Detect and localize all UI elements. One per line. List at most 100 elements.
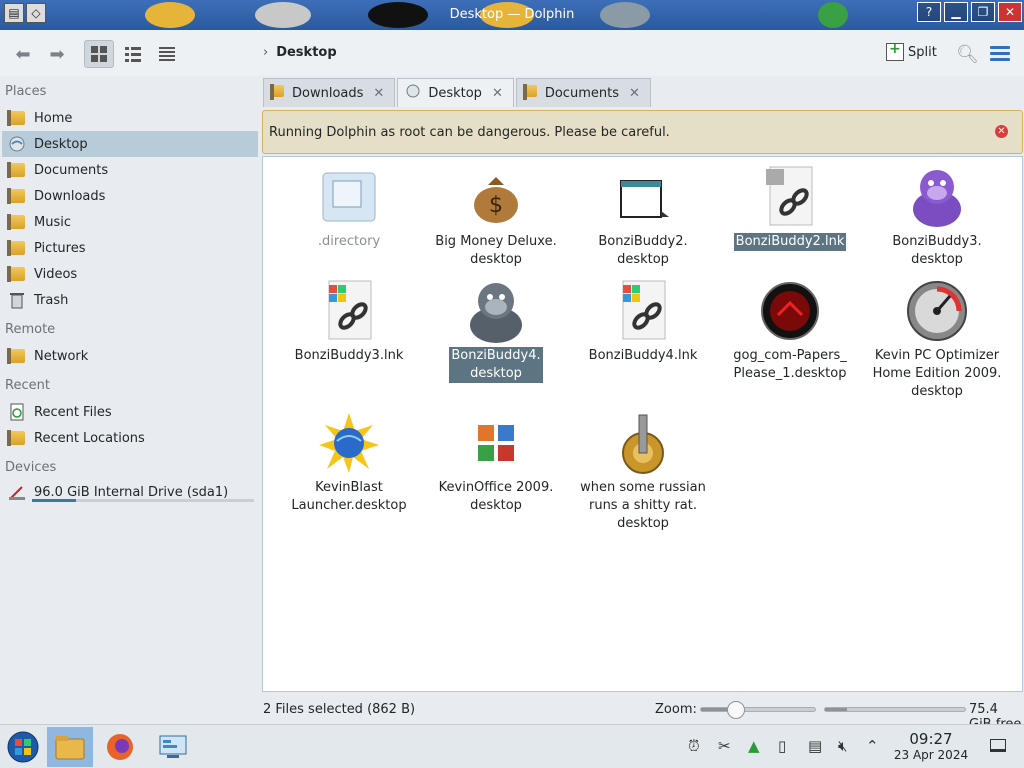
sidebar-item-network[interactable]: Network: [2, 343, 258, 369]
file-kevinoffice-2009[interactable]: KevinOffice 2009. desktop: [426, 411, 566, 515]
sidebar-item-desktop[interactable]: Desktop: [2, 131, 258, 157]
tab-downloads[interactable]: Downloads ✕: [263, 78, 396, 107]
file-label: KevinBlast Launcher.desktop: [291, 480, 407, 513]
volume-muted-icon[interactable]: 🔇︎: [838, 737, 847, 755]
sidebar-item-pictures[interactable]: Pictures: [2, 235, 258, 261]
start-menu-button[interactable]: [0, 727, 46, 767]
icons-view-button[interactable]: [84, 40, 114, 68]
back-button[interactable]: ⬅: [8, 40, 38, 68]
breadcrumb-current[interactable]: Desktop: [276, 45, 336, 60]
sidebar-item-trash[interactable]: Trash: [2, 287, 258, 313]
compact-view-icon: [125, 47, 141, 62]
recent-section-title: Recent: [5, 378, 50, 393]
file-label: .directory: [317, 234, 381, 249]
taskbar-firefox[interactable]: [97, 727, 143, 767]
zoom-slider[interactable]: [700, 701, 816, 719]
clipboard-icon[interactable]: ✂︎: [718, 737, 731, 755]
zoom-slider-handle[interactable]: [726, 701, 745, 719]
compact-view-button[interactable]: [118, 40, 148, 68]
clock[interactable]: 09:27 23 Apr 2024: [890, 730, 972, 763]
chevron-up-icon[interactable]: ⌃: [866, 737, 879, 755]
file-bonzibuddy3-lnk[interactable]: BonziBuddy3.lnk: [279, 279, 419, 365]
sidebar-item-label: Home: [34, 110, 73, 126]
file-label: BonziBuddy2.lnk: [733, 233, 847, 251]
taskbar-system-settings[interactable]: [150, 727, 196, 767]
chevron-right-icon: ›: [263, 45, 269, 60]
maximize-button[interactable]: ❐: [971, 2, 995, 22]
tab-close-icon[interactable]: ✕: [373, 86, 384, 101]
taskbar: ⏰︎ ✂︎ ▲ ▯ ▤ 🔇︎ ⌃ 09:27 23 Apr 2024: [0, 724, 1024, 768]
close-button[interactable]: ✕: [998, 2, 1022, 22]
taskbar-dolphin[interactable]: [47, 727, 93, 767]
file-bonzibuddy3-desktop[interactable]: BonziBuddy3. desktop: [867, 165, 1007, 269]
help-button[interactable]: ?: [917, 2, 941, 22]
documents-folder-icon: [7, 161, 26, 179]
file-bonzibuddy4-desktop[interactable]: BonziBuddy4. desktop: [426, 279, 566, 383]
split-button[interactable]: Split: [886, 41, 937, 61]
toolbar: ⬅ ➡ › Desktop Split 🔍︎: [0, 30, 1024, 76]
kevinblast-globe-icon: [317, 411, 381, 475]
file-kevinblast-launcher[interactable]: KevinBlast Launcher.desktop: [279, 411, 419, 515]
sidebar-item-label: Music: [34, 214, 71, 230]
update-icon[interactable]: ▲: [748, 737, 760, 755]
grey-gorilla-icon: [464, 279, 528, 343]
file-directory[interactable]: .directory: [279, 165, 419, 251]
close-warning-icon[interactable]: ✕: [995, 125, 1008, 138]
device-notifier-icon[interactable]: ▯: [778, 737, 786, 755]
free-space-bar: [824, 707, 966, 712]
file-view[interactable]: .directory $ Big Money Deluxe. desktop Bo…: [262, 156, 1023, 692]
sidebar-item-videos[interactable]: Videos: [2, 261, 258, 287]
sidebar-item-recent-files[interactable]: Recent Files: [2, 399, 258, 425]
search-button[interactable]: 🔍︎: [956, 44, 979, 65]
file-bonzibuddy2-lnk[interactable]: BonziBuddy2.lnk: [720, 165, 860, 251]
file-label: Big Money Deluxe. desktop: [435, 234, 557, 267]
home-folder-icon: [7, 109, 26, 127]
warning-text: Running Dolphin as root can be dangerous…: [269, 124, 670, 140]
file-big-money-deluxe[interactable]: $ Big Money Deluxe. desktop: [426, 165, 566, 269]
file-label: BonziBuddy4.lnk: [588, 348, 698, 363]
minimize-button[interactable]: ▁: [944, 2, 968, 22]
sidebar-item-recent-locations[interactable]: Recent Locations: [2, 425, 258, 451]
file-label: BonziBuddy3.lnk: [294, 348, 404, 363]
window-launcher-icon: [611, 165, 675, 229]
show-desktop-icon[interactable]: [990, 739, 1006, 752]
file-kevin-pc-optimizer[interactable]: Kevin PC Optimizer Home Edition 2009. desk…: [867, 279, 1007, 401]
sidebar-item-label: Network: [34, 348, 89, 364]
file-gog-papers-please[interactable]: gog_com-Papers_ Please_1.desktop: [720, 279, 860, 383]
desktop-icon: [406, 84, 420, 102]
zoom-label: Zoom:: [655, 702, 697, 717]
drive-usage-bar: [32, 499, 254, 502]
sidebar-item-home[interactable]: Home: [2, 105, 258, 131]
sidebar-item-downloads[interactable]: Downloads: [2, 183, 258, 209]
folder-icon: [55, 736, 85, 760]
papers-please-icon: [758, 279, 822, 343]
file-label: Kevin PC Optimizer Home Edition 2009. desk…: [872, 348, 1002, 399]
file-bonzibuddy4-lnk[interactable]: BonziBuddy4.lnk: [573, 279, 713, 365]
status-bar: 2 Files selected (862 B) Zoom: 75.4 GiB …: [262, 696, 1024, 732]
videos-folder-icon: [7, 265, 26, 283]
notifications-icon[interactable]: ⏰︎: [688, 737, 700, 755]
pictures-folder-icon: [7, 239, 26, 257]
tab-close-icon[interactable]: ✕: [492, 86, 503, 101]
tab-desktop[interactable]: Desktop ✕: [397, 78, 514, 107]
hamburger-menu-button[interactable]: [990, 46, 1010, 64]
system-settings-icon: [159, 735, 187, 758]
recent-locations-icon: [7, 429, 26, 447]
sidebar-item-label: Recent Files: [34, 404, 112, 420]
sidebar-item-documents[interactable]: Documents: [2, 157, 258, 183]
file-bonzibuddy2-desktop[interactable]: BonziBuddy2. desktop: [573, 165, 713, 269]
forward-button[interactable]: ➡: [42, 40, 72, 68]
recent-files-icon: [8, 403, 26, 421]
tab-close-icon[interactable]: ✕: [629, 86, 640, 101]
battery-icon[interactable]: ▤: [808, 737, 822, 755]
details-view-button[interactable]: [152, 40, 182, 68]
file-russian-rat[interactable]: when some russian runs a shitty rat. deskt…: [573, 411, 713, 533]
sidebar-item-music[interactable]: Music: [2, 209, 258, 235]
root-warning-banner: Running Dolphin as root can be dangerous…: [262, 110, 1023, 154]
tab-documents[interactable]: Documents ✕: [515, 78, 651, 107]
title-bar[interactable]: ▤ ◇ Desktop — Dolphin ? ▁ ❐ ✕: [0, 0, 1024, 30]
clock-time: 09:27: [909, 730, 953, 748]
breadcrumb[interactable]: › Desktop: [263, 45, 337, 60]
downloads-folder-icon: [7, 187, 26, 205]
folder-icon: [270, 84, 284, 101]
